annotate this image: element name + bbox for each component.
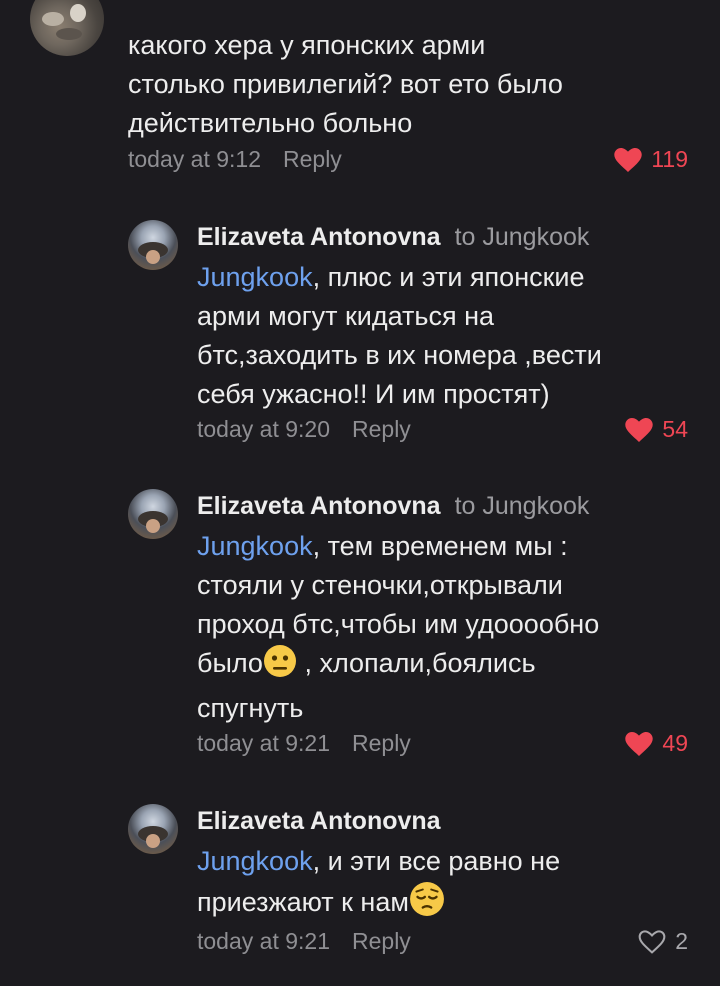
reply-button[interactable]: Reply (283, 146, 342, 172)
heart-filled-icon (625, 417, 654, 442)
comment-line: было (197, 648, 263, 678)
comment-text: Jungkook, плюс и эти японские арми могут… (197, 258, 602, 414)
mention-link[interactable]: Jungkook (197, 846, 313, 876)
timestamp: today at 9:20 (197, 416, 330, 442)
like-button[interactable]: 2 (638, 928, 688, 955)
comment-header: Elizaveta Antonovna (197, 806, 560, 836)
comment-meta: today at 9:12 Reply (128, 146, 342, 173)
comment-line: бтс,заходить в их номера ,вести (197, 340, 602, 370)
comment-meta: today at 9:21 Reply (197, 730, 411, 757)
comment-line: , тем временем мы : (312, 531, 568, 561)
timestamp: today at 9:21 (197, 730, 330, 756)
avatar[interactable] (128, 220, 178, 270)
like-button[interactable]: 49 (625, 730, 688, 757)
author-name[interactable]: Elizaveta Antonovna (197, 492, 441, 520)
author-name[interactable]: Elizaveta Antonovna (197, 223, 441, 251)
like-button[interactable]: 119 (614, 146, 688, 173)
avatar[interactable] (128, 804, 178, 854)
comment-line: , плюс и эти японские (312, 262, 585, 292)
reply-to-label[interactable]: to Jungkook (455, 223, 590, 251)
like-button[interactable]: 54 (625, 416, 688, 443)
like-count: 119 (651, 146, 688, 172)
comment-text: Jungkook, тем временем мы : стояли у сте… (197, 527, 599, 728)
comment-line: проход бтс,чтобы им удооообно (197, 609, 600, 639)
comment-line: приезжают к нам (197, 887, 409, 917)
comment-line: себя ужасно!! И им простят) (197, 379, 550, 409)
reply-item: Elizaveta Antonovna to Jungkook Jungkook,… (0, 218, 720, 458)
comment-item: какого хера у японских арми столько прив… (0, 0, 720, 190)
neutral-face-emoji (263, 644, 297, 689)
comment-line: какого хера у японских арми (128, 30, 486, 60)
heart-filled-icon (614, 147, 643, 172)
comment-header: Elizaveta Antonovna to Jungkook (197, 222, 602, 252)
mention-link[interactable]: Jungkook (197, 531, 313, 561)
avatar[interactable] (30, 0, 104, 56)
like-count: 54 (662, 416, 688, 442)
mention-link[interactable]: Jungkook (197, 262, 313, 292)
reply-item: Elizaveta Antonovna Jungkook, и эти все … (0, 802, 720, 986)
avatar[interactable] (128, 489, 178, 539)
comment-text: какого хера у японских арми столько прив… (128, 26, 563, 143)
pensive-face-emoji (409, 881, 445, 928)
timestamp: today at 9:12 (128, 146, 261, 172)
comment-meta: today at 9:20 Reply (197, 416, 411, 443)
comment-meta: today at 9:21 Reply (197, 928, 411, 955)
comment-line: арми могут кидаться на (197, 301, 495, 331)
heart-filled-icon (625, 731, 654, 756)
comment-line: , хлопали,боялись (296, 648, 536, 678)
comment-line: действительно больно (128, 108, 413, 138)
timestamp: today at 9:21 (197, 928, 330, 954)
like-count: 2 (675, 928, 688, 954)
comment-line: спугнуть (197, 693, 304, 723)
comment-header: Elizaveta Antonovna to Jungkook (197, 491, 599, 521)
comment-line: , и эти все равно не (312, 846, 561, 876)
author-name[interactable]: Elizaveta Antonovna (197, 807, 441, 835)
reply-item: Elizaveta Antonovna to Jungkook Jungkook,… (0, 487, 720, 777)
heart-outline-icon (638, 929, 666, 954)
like-count: 49 (662, 730, 688, 756)
comment-text: Jungkook, и эти все равно не приезжают к… (197, 842, 560, 928)
reply-button[interactable]: Reply (352, 416, 411, 442)
reply-to-label[interactable]: to Jungkook (455, 492, 590, 520)
reply-button[interactable]: Reply (352, 730, 411, 756)
reply-button[interactable]: Reply (352, 928, 411, 954)
comment-line: стояли у стеночки,открывали (197, 570, 563, 600)
comments-thread: какого хера у японских арми столько прив… (0, 0, 720, 986)
comment-line: столько привилегий? вот ето было (128, 69, 563, 99)
